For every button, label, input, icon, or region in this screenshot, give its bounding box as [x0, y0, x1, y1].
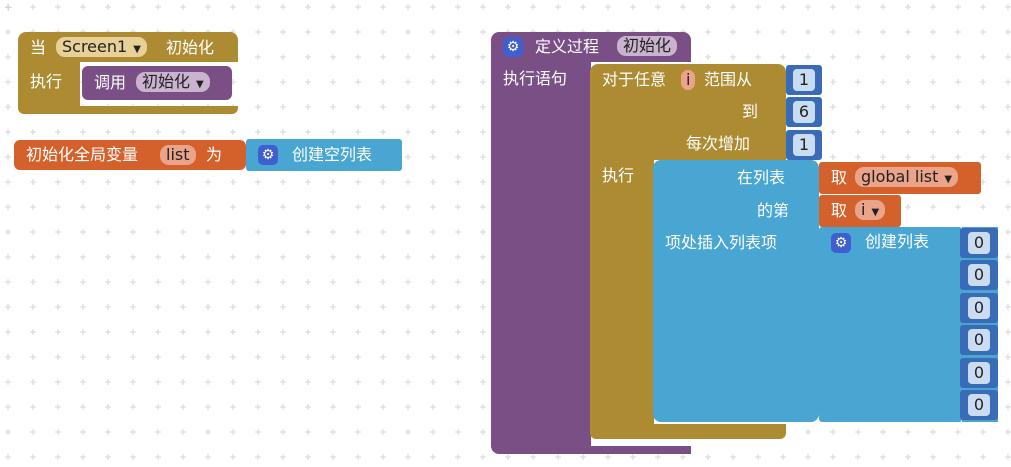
global-list-dropdown[interactable]: global list ▼: [855, 167, 959, 187]
screen-initialize-event-block[interactable]: 当 Screen1 ▼ 初始化 执行 调用 初始化 ▼: [18, 32, 238, 114]
index-variable-name: i: [861, 200, 866, 219]
component-dropdown[interactable]: Screen1 ▼: [56, 37, 147, 57]
global-variable-block[interactable]: 初始化全局变量 list 为: [14, 140, 246, 170]
chevron-down-icon: ▼: [196, 79, 204, 90]
index-variable-dropdown[interactable]: i ▼: [855, 200, 886, 220]
list-item-number-block[interactable]: 0: [960, 293, 998, 323]
create-empty-list-label: 创建空列表: [292, 145, 373, 164]
list-item-number-block[interactable]: 0: [960, 390, 998, 420]
list-item-number-block[interactable]: 0: [960, 358, 998, 388]
do-label: 执行: [602, 166, 635, 185]
call-procedure-block[interactable]: 调用 初始化 ▼: [82, 66, 232, 100]
by-value[interactable]: 1: [793, 134, 815, 156]
statements-label: 执行语句: [503, 69, 568, 88]
from-value[interactable]: 1: [793, 69, 815, 91]
to-label: 到: [742, 102, 759, 121]
get-label: 取: [831, 201, 848, 220]
component-name: Screen1: [62, 37, 128, 56]
list-item-value[interactable]: 0: [968, 362, 990, 384]
list-item-number-block[interactable]: 0: [960, 228, 998, 258]
as-label: 为: [206, 145, 223, 164]
from-label: 范围从: [704, 70, 753, 89]
get-global-list-block[interactable]: 取 global list ▼: [819, 162, 981, 194]
gear-icon[interactable]: ⚙: [831, 233, 851, 253]
gear-icon[interactable]: ⚙: [503, 37, 523, 57]
list-item-value[interactable]: 0: [968, 232, 990, 254]
chevron-down-icon: ▼: [944, 174, 953, 185]
event-name: 初始化: [166, 38, 215, 57]
call-label: 调用: [94, 73, 127, 92]
get-index-block[interactable]: 取 i ▼: [819, 195, 901, 227]
list-item-value[interactable]: 0: [968, 297, 990, 319]
list-item-value[interactable]: 0: [968, 264, 990, 286]
index-label: 的第: [757, 201, 790, 220]
chevron-down-icon: ▼: [871, 207, 880, 218]
define-procedure-label: 定义过程: [535, 37, 600, 56]
from-number-block[interactable]: 1: [786, 65, 822, 95]
insert-item-label: 项处插入列表项: [665, 233, 778, 252]
by-number-block[interactable]: 1: [786, 130, 822, 160]
list-item-number-block[interactable]: 0: [960, 260, 998, 290]
do-label: 执行: [30, 72, 63, 91]
procedure-name-dropdown[interactable]: 初始化 ▼: [136, 72, 210, 92]
procedure-name: 初始化: [142, 72, 191, 91]
create-list-label: 创建列表: [865, 232, 930, 251]
create-list-block[interactable]: ⚙ 创建列表: [819, 227, 962, 422]
when-label: 当: [30, 38, 47, 57]
procedure-name-field[interactable]: 初始化: [617, 36, 678, 56]
in-list-label: 在列表: [737, 168, 786, 187]
variable-name-field[interactable]: list: [160, 145, 196, 165]
by-label: 每次增加: [686, 134, 751, 153]
insert-list-item-block[interactable]: 在列表 的第 项处插入列表项: [653, 160, 819, 422]
gear-icon[interactable]: ⚙: [258, 145, 278, 165]
list-item-value[interactable]: 0: [968, 394, 990, 416]
list-item-number-block[interactable]: 0: [960, 325, 998, 355]
chevron-down-icon: ▼: [133, 44, 141, 55]
for-each-label: 对于任意: [602, 70, 667, 89]
get-label: 取: [831, 168, 848, 187]
to-number-block[interactable]: 6: [786, 97, 822, 127]
loop-variable-field[interactable]: i: [681, 70, 696, 90]
to-value[interactable]: 6: [793, 101, 815, 123]
global-list-name: global list: [861, 167, 939, 186]
create-empty-list-block[interactable]: ⚙ 创建空列表: [246, 139, 402, 171]
list-item-value[interactable]: 0: [968, 329, 990, 351]
init-global-label: 初始化全局变量: [26, 145, 139, 164]
